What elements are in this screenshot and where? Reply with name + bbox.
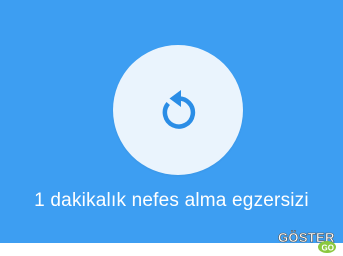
exercise-screen: 1 dakikalık nefes alma egzersizi GÖSTER … xyxy=(0,0,343,256)
exercise-card: 1 dakikalık nefes alma egzersizi xyxy=(0,0,343,243)
exercise-caption: 1 dakikalık nefes alma egzersizi xyxy=(34,190,309,211)
replay-button[interactable] xyxy=(113,45,243,175)
watermark-logo: GÖSTER GO xyxy=(278,230,336,253)
replay-icon xyxy=(162,90,196,129)
svg-text:GO: GO xyxy=(322,244,334,253)
